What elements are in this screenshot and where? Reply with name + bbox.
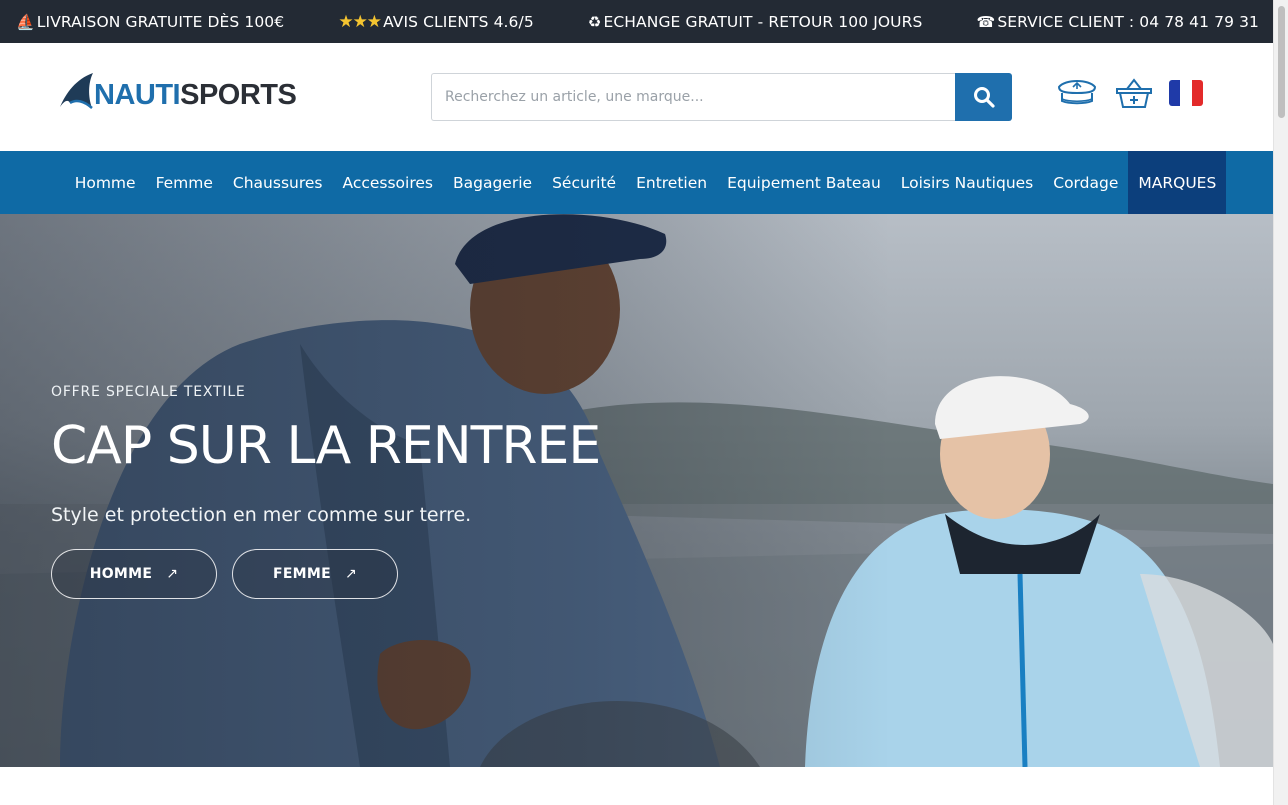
vertical-scrollbar[interactable] — [1273, 0, 1288, 805]
sailboat-icon: ⛵ — [16, 12, 35, 31]
logo-text-nauti: NAUTI — [94, 79, 181, 111]
nav-item-loisirs-nautiques[interactable]: Loisirs Nautiques — [891, 151, 1043, 214]
french-flag-icon[interactable] — [1169, 80, 1203, 106]
logo-text-sports: SPORTS — [180, 79, 297, 111]
nav-item-entretien[interactable]: Entretien — [626, 151, 717, 214]
femme-button-label: FEMME — [272, 566, 332, 582]
cart-button[interactable] — [1114, 75, 1154, 111]
page-content-below — [0, 767, 1273, 805]
nav-item-femme[interactable]: Femme — [146, 151, 223, 214]
nav-item-cordage[interactable]: Cordage — [1043, 151, 1128, 214]
nav-item-equipement-bateau[interactable]: Equipement Bateau — [717, 151, 891, 214]
hero-title: CAP SUR LA RENTREE — [51, 416, 601, 476]
site-logo[interactable]: NAUTISPORTS — [58, 69, 297, 111]
shark-fin-logo-icon — [60, 73, 93, 109]
customer-service-message[interactable]: ☎ SERVICE CLIENT : 04 78 41 79 31 — [977, 13, 1259, 31]
nav-item-bagagerie[interactable]: Bagagerie — [443, 151, 542, 214]
homme-button[interactable]: HOMME ↗ — [51, 549, 217, 599]
free-shipping-message: ⛵ LIVRAISON GRATUITE DÈS 100€ — [16, 13, 284, 31]
nav-item-chaussures[interactable]: Chaussures — [223, 151, 333, 214]
exchange-text: ECHANGE GRATUIT - RETOUR 100 JOURS — [603, 12, 923, 31]
arrow-up-right-icon: ↗ — [345, 566, 358, 582]
nav-item-accessoires[interactable]: Accessoires — [333, 151, 444, 214]
logo-wordmark: NAUTISPORTS — [94, 79, 297, 111]
main-navigation: Homme Femme Chaussures Accessoires Bagag… — [0, 151, 1273, 214]
recycle-icon: ♻ — [587, 12, 602, 31]
nav-item-homme[interactable]: Homme — [65, 151, 146, 214]
hero-eyebrow: OFFRE SPECIALE TEXTILE — [51, 384, 246, 400]
hero-buttons: HOMME ↗ FEMME ↗ — [51, 549, 600, 599]
nav-item-marques[interactable]: MARQUES — [1128, 151, 1227, 214]
search-input[interactable] — [431, 73, 955, 121]
captain-hat-account-icon — [1057, 80, 1097, 105]
hero-content: OFFRE SPECIALE TEXTILE CAP SUR LA RENTRE… — [51, 384, 601, 599]
reviews-message[interactable]: ★★★ AVIS CLIENTS 4.6/5 — [338, 12, 533, 32]
stars-icon: ★★★ — [338, 11, 382, 32]
scrollbar-thumb[interactable] — [1278, 6, 1285, 118]
arrow-up-right-icon: ↗ — [166, 566, 179, 582]
announcement-bar: ⛵ LIVRAISON GRATUITE DÈS 100€ ★★★ AVIS C… — [0, 0, 1273, 43]
basket-cart-icon — [1116, 78, 1152, 108]
header-actions — [1054, 75, 1203, 111]
homme-button-label: HOMME — [89, 566, 153, 582]
femme-button[interactable]: FEMME ↗ — [232, 549, 398, 599]
search-button[interactable] — [955, 73, 1012, 121]
hero-banner[interactable]: OFFRE SPECIALE TEXTILE CAP SUR LA RENTRE… — [0, 214, 1273, 767]
search-icon — [973, 87, 995, 108]
site-header: NAUTISPORTS — [0, 43, 1273, 151]
free-shipping-text: LIVRAISON GRATUITE DÈS 100€ — [36, 12, 285, 31]
search-bar — [431, 73, 1012, 121]
phone-icon: ☎ — [976, 12, 996, 31]
account-button[interactable] — [1054, 75, 1100, 111]
exchange-message: ♻ ECHANGE GRATUIT - RETOUR 100 JOURS — [588, 13, 923, 31]
hero-subtitle: Style et protection en mer comme sur ter… — [51, 504, 472, 526]
customer-service-text: SERVICE CLIENT : 04 78 41 79 31 — [997, 12, 1259, 31]
reviews-text: AVIS CLIENTS 4.6/5 — [383, 12, 534, 31]
nav-item-securite[interactable]: Sécurité — [542, 151, 626, 214]
